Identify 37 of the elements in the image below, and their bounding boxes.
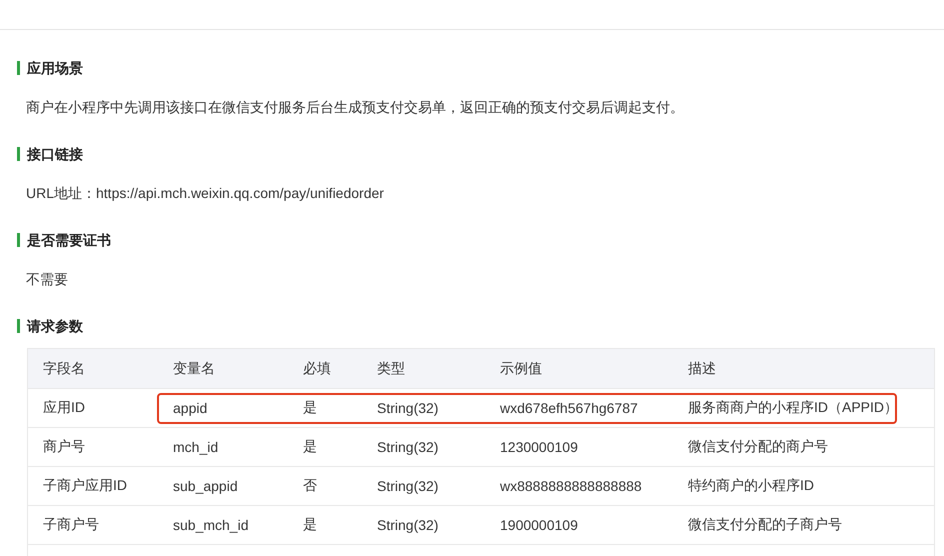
table-cell-text: String(32) bbox=[376, 400, 440, 416]
table-cell-text: 是 bbox=[302, 399, 318, 417]
column-header: 示例值 bbox=[499, 360, 543, 378]
table-cell-text: mch_id bbox=[172, 439, 220, 455]
table-cell-text: appid bbox=[172, 400, 208, 416]
table-cell-text: 1230000109 bbox=[499, 439, 579, 455]
table-cell-text: wx8888888888888888 bbox=[499, 478, 643, 494]
table-cell-text: 特约商户的小程序ID bbox=[687, 477, 815, 495]
table-cell-text: 子商户应用ID bbox=[42, 477, 128, 495]
column-header: 描述 bbox=[687, 360, 717, 378]
section-heading: 是否需要证书 bbox=[17, 233, 944, 247]
table-cell-text: 否 bbox=[302, 477, 318, 495]
column-header: 字段名 bbox=[42, 360, 86, 378]
table-cell-text: String(32) bbox=[376, 517, 440, 533]
table-cell-text: 是 bbox=[302, 516, 318, 534]
table-cell-text: sub_appid bbox=[172, 478, 239, 494]
table-cell-text: 服务商商户的小程序ID（APPID） bbox=[687, 399, 900, 417]
column-header: 类型 bbox=[376, 360, 406, 378]
table-cell-text: 商户号 bbox=[42, 438, 86, 456]
table-cell-text: String(32) bbox=[376, 439, 440, 455]
section-heading: 应用场景 bbox=[17, 61, 944, 75]
column-header: 变量名 bbox=[172, 360, 216, 378]
column-header: 必填 bbox=[302, 360, 332, 378]
table-cell-text: 1900000109 bbox=[499, 517, 579, 533]
table-cell-text: 是 bbox=[302, 438, 318, 456]
table-cell-text: wxd678efh567hg6787 bbox=[499, 400, 639, 416]
table-cell-text: String(32) bbox=[376, 478, 440, 494]
section-text: 商户在小程序中先调用该接口在微信支付服务后台生成预支付交易单，返回正确的预支付交易后调起支付。 bbox=[26, 98, 685, 117]
section-heading: 请求参数 bbox=[17, 319, 944, 333]
section-text: URL地址：https://api.mch.weixin.qq.com/pay/unifiedorder bbox=[26, 184, 385, 203]
section-text: 不需要 bbox=[26, 270, 69, 289]
table-cell-text: 应用ID bbox=[42, 399, 86, 417]
table-cell-text: sub_mch_id bbox=[172, 517, 250, 533]
table-cell-text: 子商户号 bbox=[42, 516, 100, 534]
section-heading: 接口链接 bbox=[17, 147, 944, 161]
table-cell-text: 微信支付分配的子商户号 bbox=[687, 516, 843, 534]
table-cell-text: 微信支付分配的商户号 bbox=[687, 438, 829, 456]
